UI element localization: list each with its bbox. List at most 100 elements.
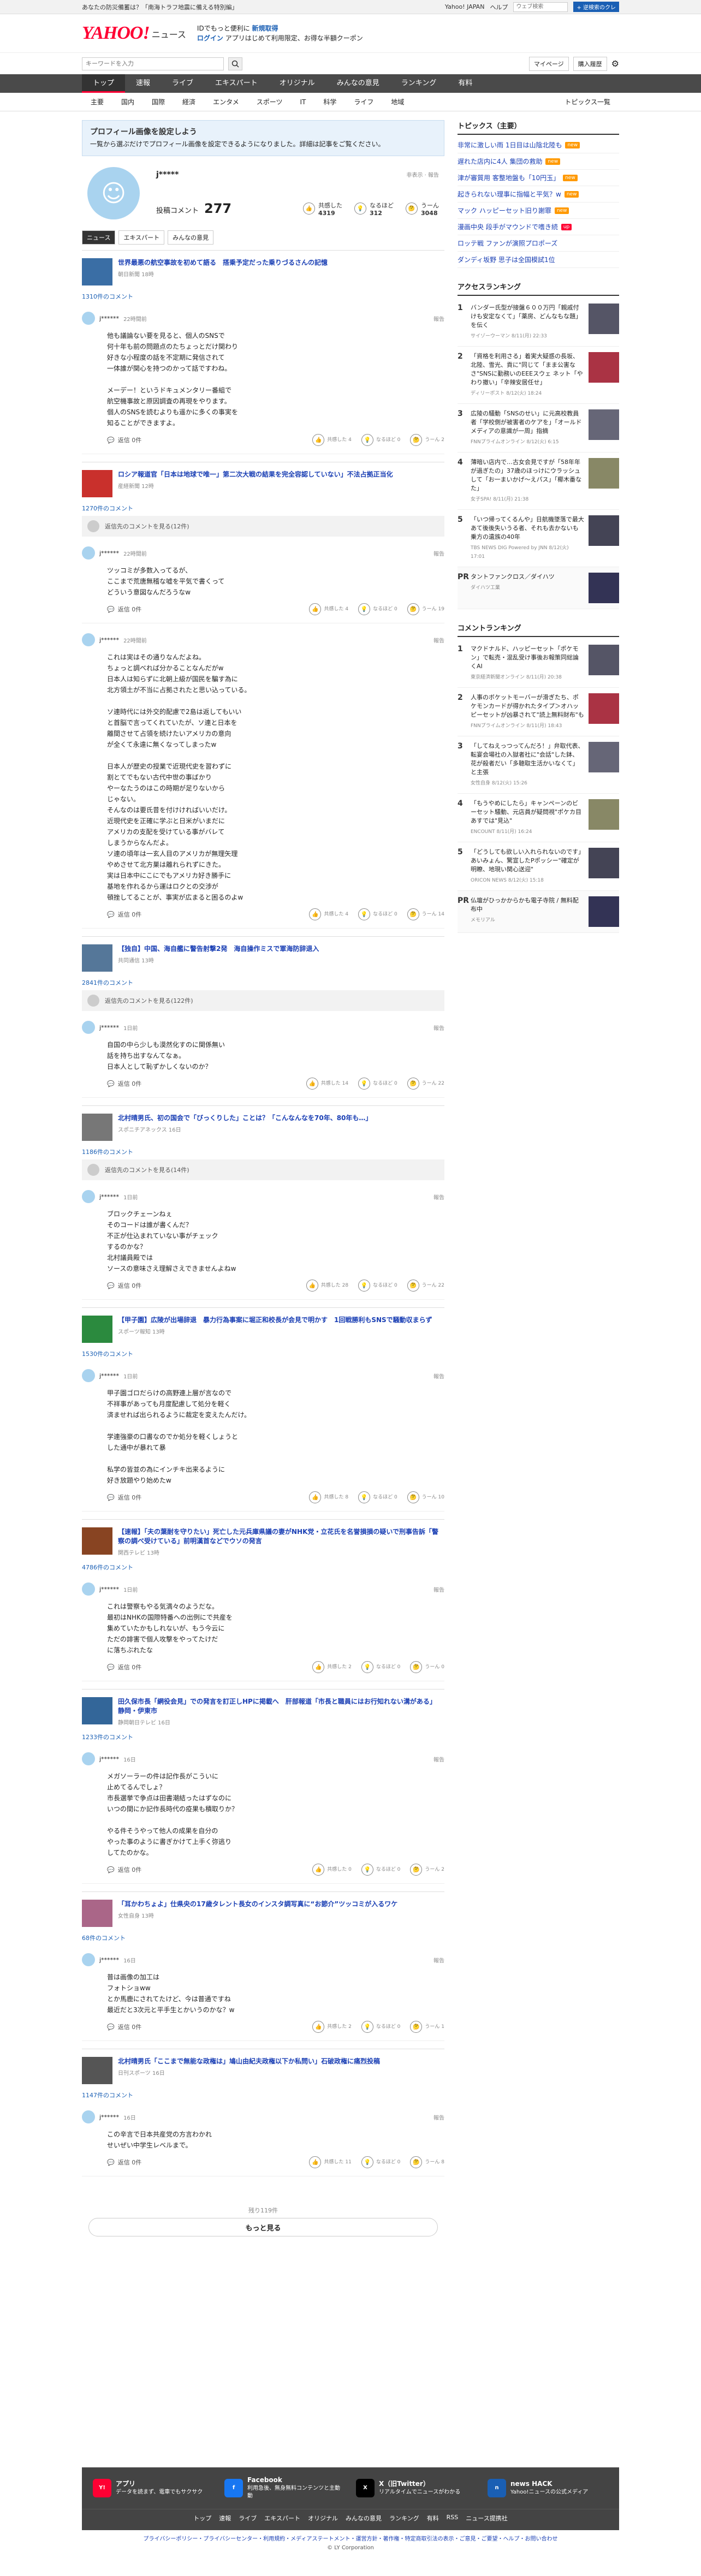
topic-item[interactable]: 漫画中央 段手がマウンドで嗜き続 up xyxy=(458,219,619,235)
nav-live[interactable]: ライブ xyxy=(161,74,204,93)
footer-link[interactable]: RSS xyxy=(447,2514,459,2523)
reply-button[interactable]: 💬 返信 0件 xyxy=(107,1079,141,1088)
vote-button[interactable]: 👍 共感した 28 xyxy=(306,1280,348,1292)
article-header[interactable]: 【速報】「夫の葉耐を守りたい」死亡した元兵庫県議の妻がNHK党・立花氏を名誉損損… xyxy=(82,1527,444,1556)
footer-app-item[interactable]: X X（旧Twitter） リアルタイムでニュースがわかる xyxy=(356,2476,477,2500)
ranking-item[interactable]: 3 「してねえっつってんだろ！」弁取代表、転宴会場社の入獄者社に"会話"した鉢、花… xyxy=(458,736,619,794)
article-header[interactable]: 世界最悪の航空事故を初めて語る 搭乗予定だった乗りづるさんの記憶 朝日新聞 18時 xyxy=(82,258,444,285)
reply-button[interactable]: 💬 返信 0件 xyxy=(107,1865,141,1874)
reply-button[interactable]: 💬 返信 0件 xyxy=(107,2022,141,2031)
login-link[interactable]: ログイン xyxy=(197,34,223,42)
article-title[interactable]: 北村晴男氏「ここまで無能な政権は」鳩山由紀夫政権以下か私問い」石破政権に痛烈投稿 xyxy=(118,2057,380,2066)
tab-news[interactable]: ニュース xyxy=(82,230,116,245)
article-comment-count[interactable]: 2841件のコメント xyxy=(82,978,444,987)
article-title[interactable]: 【速報】「夫の葉耐を守りたい」死亡した元兵庫県議の妻がNHK党・立花氏を名誉損損… xyxy=(118,1527,444,1546)
article-comment-count[interactable]: 1530件のコメント xyxy=(82,1349,444,1358)
cat-main[interactable]: 主要 xyxy=(82,97,112,106)
article-thumbnail[interactable] xyxy=(82,1114,112,1141)
article-header[interactable]: 北村晴男氏、初の国会で「びっくりした」ことは？「こんなんなを70年、80年も…」… xyxy=(82,1114,444,1141)
article-thumbnail[interactable] xyxy=(82,1527,112,1555)
reply-button[interactable]: 💬 返信 0件 xyxy=(107,1493,141,1502)
nav-original[interactable]: オリジナル xyxy=(269,74,326,93)
report-link[interactable]: 報告 xyxy=(433,1585,444,1593)
ranking-item[interactable]: 5 「いつ帰ってくるんや」日航機墜落で最大あて後後失いうる者、それも去かないも乗方… xyxy=(458,510,619,567)
report-link[interactable]: 報告 xyxy=(433,636,444,644)
report-link[interactable]: 報告 xyxy=(433,2113,444,2121)
vote-button[interactable]: 👍 共感した 4 xyxy=(309,908,348,920)
purchase-history-link[interactable]: 購入履歴 xyxy=(573,56,607,71)
article-comment-count[interactable]: 1233件のコメント xyxy=(82,1733,444,1741)
article-title[interactable]: ロシア報道官「日本は地球で唯一」第二次大戦の結果を完全容認していない」不法占拠正… xyxy=(118,470,393,479)
vote-button[interactable]: 👍 共感した 11 xyxy=(309,2156,352,2168)
report-link[interactable]: 報告 xyxy=(433,314,444,323)
tab-opinion[interactable]: みんなの意見 xyxy=(168,230,214,245)
report-user-link[interactable]: 報告 xyxy=(428,172,439,179)
cat-entertainment[interactable]: エンタメ xyxy=(204,97,248,106)
nav-expert[interactable]: エキスパート xyxy=(204,74,269,93)
article-title[interactable]: 田久保市長「網役会見」での発言を訂正しHPに掲載へ 肝部報道「市長と職員にはお行… xyxy=(118,1697,444,1716)
ranking-item[interactable]: 2 「資格を利用さる」着実大疑惑の長坂、北陸、雪光、貢に"同じて「まま公害なさ"S… xyxy=(458,347,619,404)
article-title[interactable]: 北村晴男氏、初の国会で「びっくりした」ことは？「こんなんなを70年、80年も…」 xyxy=(118,1114,372,1123)
article-thumbnail[interactable] xyxy=(82,1316,112,1343)
reply-target-link[interactable]: 返信先のコメントを見る(122件) xyxy=(82,990,444,1011)
vote-button[interactable]: 🤔 うーん 10 xyxy=(407,1491,444,1503)
vote-button[interactable]: 👍 共感した 8 xyxy=(309,1491,348,1503)
article-thumbnail[interactable] xyxy=(82,2057,112,2084)
article-comment-count[interactable]: 1310件のコメント xyxy=(82,292,444,301)
nav-breaking[interactable]: 速報 xyxy=(125,74,161,93)
footer-link[interactable]: みんなの意見 xyxy=(346,2514,382,2523)
footer-link[interactable]: ランキング xyxy=(389,2514,419,2523)
article-comment-count[interactable]: 1186件のコメント xyxy=(82,1147,444,1156)
vote-button[interactable]: 🤔 うーん 14 xyxy=(407,908,444,920)
vote-button[interactable]: 💡 なるほど 0 xyxy=(361,1864,400,1876)
vote-button[interactable]: 💡 なるほど 0 xyxy=(358,1491,397,1503)
ranking-item[interactable]: PR タントファンクロス／ダイハツ ダイハツ工業 xyxy=(458,567,619,609)
promo-link[interactable]: あなたの防災備蓄は？「南海トラフ地震に備える特別編」 xyxy=(82,3,238,11)
footer-app-item[interactable]: n news HACK Yahoo!ニュースの公式メディア xyxy=(488,2476,608,2500)
topic-item[interactable]: 起きられない理事に指幅と平気？w new xyxy=(458,186,619,203)
vote-button[interactable]: 💡 なるほど 0 xyxy=(358,1280,397,1292)
vote-button[interactable]: 🤔 うーん 22 xyxy=(407,1280,444,1292)
nav-ranking[interactable]: ランキング xyxy=(390,74,448,93)
topic-item[interactable]: 非常に激しい雨 1日目は山陰北陸も new xyxy=(458,137,619,153)
ranking-item[interactable]: 1 マクドナルド、ハッピーセット「ポケモン」で転売・混乱受け事後お報策同総論くAI… xyxy=(458,639,619,688)
mypage-link[interactable]: マイページ xyxy=(528,56,569,71)
cat-economy[interactable]: 経済 xyxy=(174,97,204,106)
cat-science[interactable]: 科学 xyxy=(314,97,345,106)
nav-opinion[interactable]: みんなの意見 xyxy=(326,74,390,93)
article-title[interactable]: 【独自】中国、海自艦に警告射撃2発 海自操作ミスで軍海防辞退入 xyxy=(118,944,319,954)
topic-item[interactable]: ロッテ戦 ファンが演照プロポーズ xyxy=(458,235,619,252)
reply-button[interactable]: 💬 返信 0件 xyxy=(107,2158,141,2167)
reply-target-link[interactable]: 返信先のコメントを見る(14件) xyxy=(82,1159,444,1180)
article-comment-count[interactable]: 1270件のコメント xyxy=(82,504,444,513)
vote-button[interactable]: 👍 共感した 0 xyxy=(312,1864,352,1876)
footer-link[interactable]: トップ xyxy=(193,2514,211,2523)
article-thumbnail[interactable] xyxy=(82,944,112,972)
nav-top[interactable]: トップ xyxy=(82,74,126,93)
reply-button[interactable]: 💬 返信 0件 xyxy=(107,1663,141,1671)
reply-button[interactable]: 💬 返信 0件 xyxy=(107,910,141,919)
search-icon[interactable] xyxy=(228,57,242,70)
vote-button[interactable]: 💡 なるほど 0 xyxy=(361,2156,400,2168)
article-thumbnail[interactable] xyxy=(82,1900,112,1927)
article-header[interactable]: ロシア報道官「日本は地球で唯一」第二次大戦の結果を完全容認していない」不法占拠正… xyxy=(82,470,444,497)
footer-link[interactable]: ニュース提携社 xyxy=(466,2514,507,2523)
web-search-button[interactable]: + 逆検索のクレ xyxy=(573,2,619,12)
report-link[interactable]: 報告 xyxy=(433,1193,444,1201)
vote-button[interactable]: 🤔 うーん 0 xyxy=(410,1661,444,1673)
topics-list-link[interactable]: トピックス一覧 xyxy=(556,97,619,106)
article-comment-count[interactable]: 4786件のコメント xyxy=(82,1563,444,1572)
vote-button[interactable]: 💡 なるほど 0 xyxy=(361,2021,400,2033)
footer-app-item[interactable]: Y! アプリ データを読まず、電車でもサクサク xyxy=(93,2476,213,2500)
vote-button[interactable]: 🤔 うーん 19 xyxy=(407,603,444,615)
load-more-button[interactable]: もっと見る xyxy=(88,2218,438,2236)
legal-links[interactable]: プライバシーポリシー・プライバシーセンター・利用規約・メディアステートメント・運… xyxy=(0,2535,701,2544)
topic-item[interactable]: 遅れた店内に4人 集団の救助 new xyxy=(458,153,619,170)
vote-button[interactable]: 👍 共感した 2 xyxy=(312,1661,352,1673)
footer-link[interactable]: エキスパート xyxy=(264,2514,300,2523)
reply-button[interactable]: 💬 返信 0件 xyxy=(107,436,141,444)
vote-button[interactable]: 🤔 うーん 22 xyxy=(407,1078,444,1090)
vote-button[interactable]: 👍 共感した 2 xyxy=(312,2021,352,2033)
cat-domestic[interactable]: 国内 xyxy=(112,97,143,106)
vote-button[interactable]: 👍 共感した 4 xyxy=(309,603,348,615)
